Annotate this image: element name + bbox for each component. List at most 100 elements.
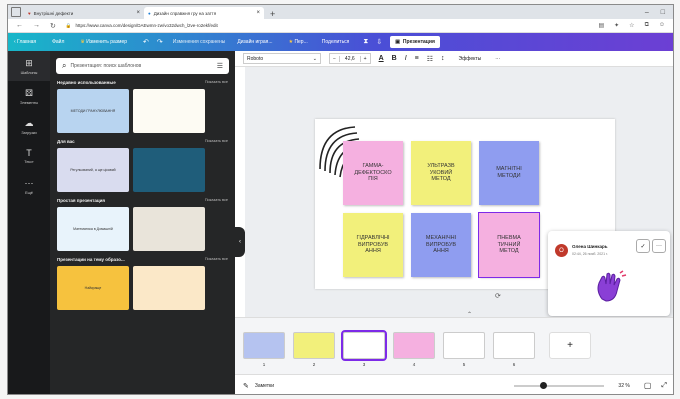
template-thumbnail[interactable]: Математика в Домашній xyxy=(57,207,129,251)
page-thumbnail[interactable] xyxy=(243,332,285,359)
forward-icon[interactable]: → xyxy=(33,22,40,29)
method-card[interactable]: УЛЬТРАЗВ УКОВИЙ МЕТОД xyxy=(411,141,471,205)
window-menu-icon[interactable] xyxy=(11,7,21,17)
window-controls: – □ xyxy=(645,9,673,16)
text-color-icon[interactable]: A xyxy=(379,55,384,62)
zoom-slider-handle[interactable] xyxy=(539,381,547,389)
filter-icon[interactable]: ☰ xyxy=(217,62,223,70)
font-size-stepper[interactable]: − 42,6 + xyxy=(329,53,371,64)
page-thumbnail[interactable] xyxy=(493,332,535,359)
browser-tab-2[interactable]: ● Дизайн справжня гру на заття × xyxy=(144,7,264,19)
italic-icon[interactable]: I xyxy=(405,55,407,62)
template-search-input[interactable]: ⌕ Презентация: поиск шаблонов ☰ xyxy=(56,58,229,74)
profile-icon[interactable]: ☺ xyxy=(659,22,665,29)
more-options-button[interactable]: ··· xyxy=(495,56,500,62)
share-button[interactable]: Поделиться xyxy=(322,39,350,45)
template-thumbnail[interactable]: Регульований, а ще цікавий xyxy=(57,148,129,192)
size-decrease-button[interactable]: − xyxy=(330,56,339,62)
method-card[interactable]: ГАММА- ДЕФЕКТОСКО ПІЯ xyxy=(343,141,403,205)
design-title[interactable]: Дизайн играя... xyxy=(237,39,272,45)
notes-button[interactable]: Заметки xyxy=(255,383,274,389)
page-thumbnail[interactable] xyxy=(341,330,387,361)
align-icon[interactable]: ≡ xyxy=(415,55,419,62)
zoom-slider[interactable] xyxy=(514,381,605,389)
template-thumbnail[interactable]: МЕТОДИ ГРАНУЛЮВАННЯ xyxy=(57,89,129,133)
method-card[interactable]: ПНЕВМА ТИЧНИЙ МЕТОД xyxy=(478,212,540,278)
url-field[interactable]: 🔒 https://www.canva.com/design/DAEwmn-zw… xyxy=(66,21,589,31)
rail-item-uploads[interactable]: ☁ Загрузки xyxy=(8,111,50,141)
section-title: Презентации на тему образо... xyxy=(57,257,125,262)
back-icon[interactable]: ← xyxy=(16,22,23,29)
templates-panel: ⌕ Презентация: поиск шаблонов ☰ Недавно … xyxy=(50,51,235,394)
list-icon[interactable]: ☷ xyxy=(427,55,433,63)
page-thumbnail[interactable] xyxy=(393,332,435,359)
notes-icon[interactable]: ✎ xyxy=(243,382,249,390)
reader-icon[interactable]: ▤ xyxy=(598,22,604,29)
method-card[interactable]: МАГНІТНІ МЕТОДИ xyxy=(479,141,539,205)
template-row: Регульований, а ще цікавий xyxy=(50,144,235,192)
analytics-icon[interactable]: ⧗ xyxy=(363,38,368,46)
minimize-icon[interactable]: – xyxy=(645,9,649,16)
favorites-icon[interactable]: ☆ xyxy=(629,22,634,29)
rail-item-more[interactable]: ⋯ Ещё xyxy=(8,171,50,201)
resize-button[interactable]: ♛ Изменить размер xyxy=(80,39,127,45)
add-page-button[interactable]: + xyxy=(549,332,591,359)
spacing-icon[interactable]: ↕ xyxy=(441,55,445,62)
undo-icon[interactable]: ↶ xyxy=(143,38,149,46)
bold-icon[interactable]: B xyxy=(392,55,397,62)
size-increase-button[interactable]: + xyxy=(361,56,370,62)
extension-icon[interactable]: ✦ xyxy=(614,22,619,29)
rail-label: Ещё xyxy=(25,190,33,195)
show-all-link[interactable]: Показать все xyxy=(205,198,228,203)
browser-tab-1[interactable]: ♥ Внутрішні дефекти × xyxy=(24,7,144,19)
method-card[interactable]: ГІДРАВЛІЧНІ ВИПРОБУВ АННЯ xyxy=(343,213,403,277)
method-card-text: МЕХАНІЧНІ ВИПРОБУВ АННЯ xyxy=(425,234,457,255)
comment-more-button[interactable]: ··· xyxy=(652,239,666,253)
template-thumbnail[interactable] xyxy=(133,148,205,192)
font-select[interactable]: Roboto ⌄ xyxy=(243,53,321,64)
page-number: 1 xyxy=(262,362,266,367)
template-thumbnail[interactable] xyxy=(133,89,205,133)
reload-icon[interactable]: ↻ xyxy=(50,22,56,30)
rail-item-elements[interactable]: ⚄ Элементы xyxy=(8,81,50,111)
page-thumbnail[interactable] xyxy=(293,332,335,359)
show-all-link[interactable]: Показать все xyxy=(205,80,228,85)
resize-label: Изменить размер xyxy=(86,39,128,45)
method-card[interactable]: МЕХАНІЧНІ ВИПРОБУВ АННЯ xyxy=(411,213,471,277)
template-thumbnail[interactable] xyxy=(133,207,205,251)
rail-item-templates[interactable]: ⊞ Шаблоны xyxy=(8,51,50,81)
comment-card[interactable]: О Олена Шинкарь 02:44, 26 нояб. 2021 г. … xyxy=(548,231,670,316)
upgrade-button[interactable]: ★ Пер... xyxy=(289,39,308,45)
page-thumbnail[interactable] xyxy=(443,332,485,359)
effects-button[interactable]: Эффекты xyxy=(459,56,482,62)
page-grid-icon[interactable]: ▢ xyxy=(644,381,652,390)
download-icon[interactable]: ⇩ xyxy=(376,38,382,46)
redo-icon[interactable]: ↷ xyxy=(157,38,163,46)
close-icon[interactable]: × xyxy=(256,10,260,16)
home-button[interactable]: ‹ Главная xyxy=(14,39,36,45)
template-thumbnail[interactable] xyxy=(133,266,205,310)
fullscreen-icon[interactable]: ⤢ xyxy=(661,382,667,390)
rail-item-text[interactable]: T Текст xyxy=(8,141,50,171)
collections-icon[interactable]: ⧉ xyxy=(645,22,649,29)
maximize-icon[interactable]: □ xyxy=(661,9,665,16)
collapse-panel-button[interactable]: ‹ xyxy=(235,227,245,257)
file-menu[interactable]: Файл xyxy=(52,39,64,45)
font-size-value[interactable]: 42,6 xyxy=(338,55,361,62)
show-all-link[interactable]: Показать все xyxy=(205,257,228,262)
close-icon[interactable]: × xyxy=(136,10,140,16)
template-thumbnail[interactable]: Найкраще xyxy=(57,266,129,310)
method-card-text: УЛЬТРАЗВ УКОВИЙ МЕТОД xyxy=(427,162,455,183)
method-card-text: МАГНІТНІ МЕТОДИ xyxy=(496,166,522,179)
tab-favicon-icon: ● xyxy=(148,10,151,16)
present-button[interactable]: ▣ Презентация xyxy=(390,36,440,48)
rotate-handle-icon[interactable]: ⟳ xyxy=(495,292,501,300)
text-icon: T xyxy=(26,148,32,158)
zoom-level[interactable]: 32 % xyxy=(618,383,629,389)
show-all-link[interactable]: Показать все xyxy=(205,139,228,144)
new-tab-button[interactable]: + xyxy=(270,9,275,19)
method-card-text: ГАММА- ДЕФЕКТОСКО ПІЯ xyxy=(354,162,392,183)
chevron-left-icon: ‹ xyxy=(239,239,241,245)
resolve-button[interactable]: ✓ xyxy=(636,239,650,253)
url-text: https://www.canva.com/design/DAEwmn-zw/v… xyxy=(75,23,218,28)
